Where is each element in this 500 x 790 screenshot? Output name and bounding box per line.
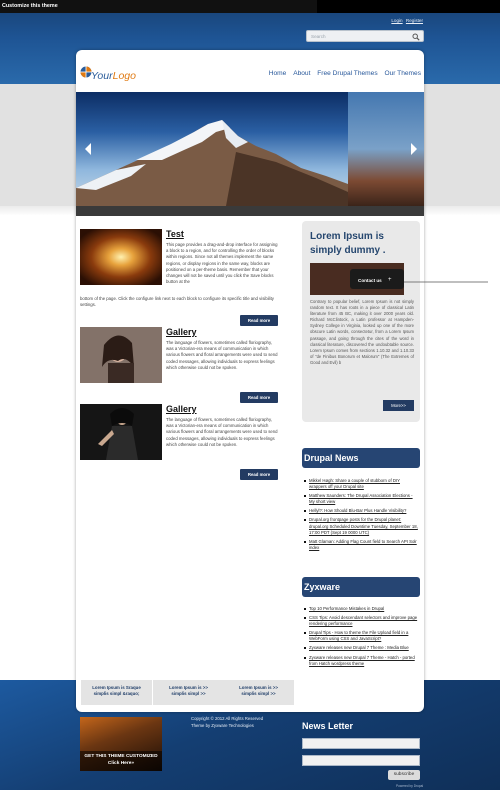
search-box[interactable]: Search <box>306 30 424 42</box>
zyxware-item[interactable]: Drupal Tips - How to theme the File Uplo… <box>304 630 418 642</box>
zyxware-item[interactable]: CSS Tips: Avoid descendant selectors and… <box>304 615 418 627</box>
subscribe-button[interactable]: subscribe <box>388 770 420 780</box>
login-link[interactable]: Login <box>391 18 402 23</box>
article-title[interactable]: Gallery <box>166 327 197 337</box>
read-more-button[interactable]: Read more <box>240 469 278 480</box>
article-body: This page provides a drag-and-drop inter… <box>166 242 278 285</box>
article-thumbnail-dancer[interactable] <box>80 404 162 460</box>
article-body-continued: bottom of the page. Click the configure … <box>80 296 274 308</box>
search-input[interactable]: Search <box>311 34 326 39</box>
newsletter-name-field[interactable] <box>302 738 420 749</box>
article-thumbnail-tunnel[interactable] <box>80 229 162 285</box>
news-item[interactable]: Matt Glaman: Adding Flag Count field to … <box>304 539 418 551</box>
mountain-illustration <box>76 120 348 206</box>
admin-bar-right <box>317 0 500 13</box>
contact-us-label[interactable]: Contact us <box>358 278 382 283</box>
zyxware-list: Top 10 Performance Mistakes in Drupal CS… <box>304 606 418 670</box>
newsletter-email-field[interactable] <box>302 755 420 766</box>
read-more-button[interactable]: Read more <box>240 392 278 403</box>
news-item[interactable]: Mikkel Høgh: Share a couple of stubborn … <box>304 478 418 490</box>
more-button[interactable]: More>> <box>383 400 414 411</box>
search-icon[interactable] <box>412 33 420 41</box>
article-test: Test This page provides a drag-and-drop … <box>80 229 280 329</box>
slider-prev-icon[interactable] <box>85 143 91 155</box>
newsletter-title: News Letter <box>302 721 354 731</box>
slider-caption-strip <box>76 206 424 216</box>
article-title[interactable]: Test <box>166 229 184 239</box>
image-slider <box>76 92 424 216</box>
news-item[interactable]: Hellyl?: How Should Blu-Bar Plus Handle … <box>304 508 418 514</box>
nav-free-drupal-themes[interactable]: Free Drupal Themes <box>317 70 377 77</box>
promo-caption: GET THIS THEME CUSTOMIZED Click Here» <box>80 751 162 771</box>
lorem-title: Lorem Ipsum is simply dummy . <box>310 231 386 256</box>
bottom-columns: Lorem Ipsum is Sraque simplis simpl &raq… <box>80 680 420 705</box>
pointer-line <box>404 281 488 283</box>
bottom-column[interactable]: Lorem Ipsum is >> simplis simpl >> <box>153 680 224 705</box>
drupal-news-list: Mikkel Høgh: Share a couple of stubborn … <box>304 478 418 554</box>
lorem-block: Lorem Ipsum is simply dummy . Contact us… <box>302 221 420 422</box>
slider-next-icon[interactable] <box>411 143 417 155</box>
article-gallery: Gallery The language of flowers, sometim… <box>80 404 280 464</box>
copyright: Copyright © 2012 All Rights Reserved The… <box>191 716 264 728</box>
main-nav: Home About Free Drupal Themes Our Themes <box>264 70 421 77</box>
logo-text: YourLogo <box>91 70 136 82</box>
admin-bar: Customize this theme <box>0 0 500 13</box>
nav-about[interactable]: About <box>293 70 310 77</box>
user-links: Login Register <box>389 18 423 23</box>
customize-promo[interactable]: GET THIS THEME CUSTOMIZED Click Here» <box>80 717 162 771</box>
site-logo[interactable]: YourLogo <box>80 66 150 86</box>
article-thumbnail-woman[interactable] <box>80 327 162 383</box>
nav-our-themes[interactable]: Our Themes <box>384 70 421 77</box>
powered-by[interactable]: Powered by Drupal <box>396 784 423 788</box>
lorem-body: Contrary to popular belief, Lorem Ipsum … <box>310 299 414 365</box>
customize-theme-link[interactable]: Customize this theme <box>2 3 58 9</box>
zyxware-item[interactable]: Top 10 Performance Mistakes in Drupal <box>304 606 418 612</box>
article-body: The language of flowers, sometimes calle… <box>166 417 278 447</box>
article-title[interactable]: Gallery <box>166 404 197 414</box>
bottom-column[interactable]: Lorem Ipsum is Sraque simplis simpl &raq… <box>81 680 152 705</box>
article-gallery: Gallery The language of flowers, sometim… <box>80 327 280 387</box>
zyxware-title: Zyxware <box>302 577 420 597</box>
drupal-news-title: Drupal News <box>302 448 420 468</box>
register-link[interactable]: Register <box>406 18 423 23</box>
bottom-column[interactable]: Lorem Ipsum is >> simplis simpl >> <box>223 680 294 705</box>
plus-icon: + <box>388 277 392 283</box>
news-item[interactable]: Drupal.org frontpage posts for the Drupa… <box>304 517 418 535</box>
zyxware-item[interactable]: Zyxware releases new Drupal 7 Theme : Me… <box>304 645 418 651</box>
nav-home[interactable]: Home <box>269 70 287 77</box>
article-body: The language of flowers, sometimes calle… <box>166 340 278 370</box>
zyxware-item[interactable]: Zyxware releases new Drupal 7 Theme - Ha… <box>304 655 418 667</box>
news-item[interactable]: Matthew Saunders: The Drupal Association… <box>304 493 418 505</box>
read-more-button[interactable]: Read more <box>240 315 278 326</box>
